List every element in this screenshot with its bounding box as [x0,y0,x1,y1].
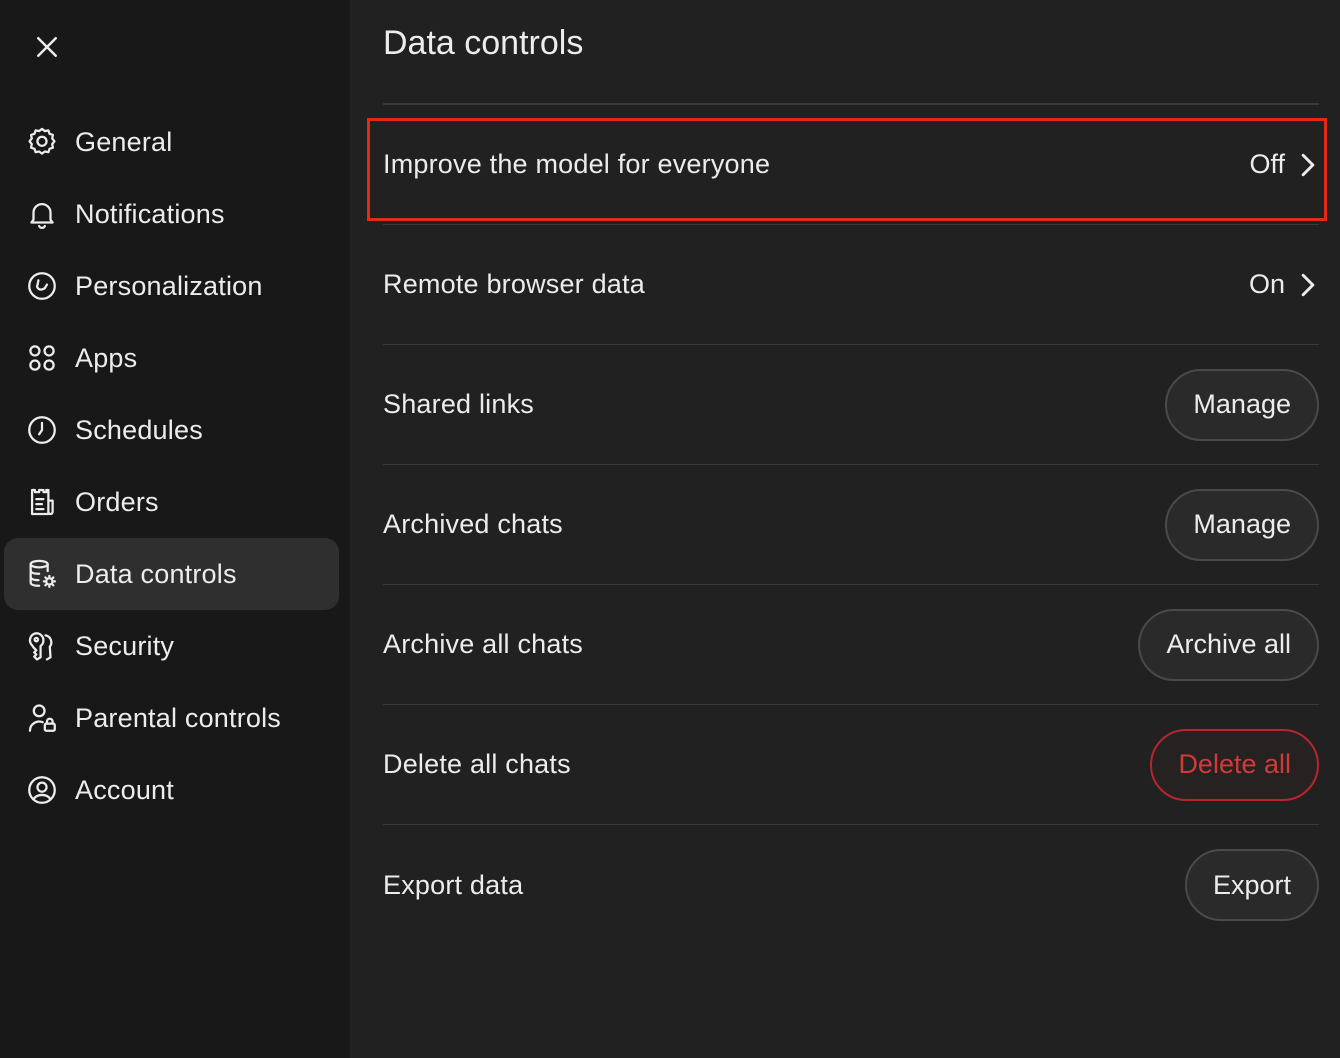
sidebar-item-apps[interactable]: Apps [4,322,339,394]
archive-all-button[interactable]: Archive all [1138,608,1319,681]
setting-value: On [1248,269,1285,299]
data-controls-panel: Data controls Improve the model for ever… [350,0,1340,1058]
settings-nav: General Notifications Personalization Ap… [4,106,339,826]
export-button[interactable]: Export [1184,849,1319,921]
user-circle-icon [25,773,59,807]
sidebar-item-label: Personalization [75,270,263,301]
row-improve-model[interactable]: Improve the model for everyone Off [383,105,1319,225]
settings-list: Improve the model for everyone Off Remot… [383,105,1319,945]
receipt-icon [25,485,59,519]
settings-sidebar: General Notifications Personalization Ap… [0,0,350,1058]
bell-icon [25,197,59,231]
gear-icon [25,125,59,159]
sidebar-item-label: Orders [75,486,159,517]
sidebar-item-label: Account [75,774,174,805]
remote-browser-data-setting[interactable]: On [1249,269,1319,300]
sidebar-item-notifications[interactable]: Notifications [4,178,339,250]
row-label: Archive all chats [383,629,583,659]
setting-value: Off [1249,149,1285,179]
sidebar-item-label: Data controls [75,558,237,589]
row-label: Shared links [383,389,534,419]
sidebar-item-label: Security [75,630,175,661]
row-archived-chats: Archived chats Manage [383,465,1319,585]
row-delete-all-chats: Delete all chats Delete all [383,705,1319,825]
sidebar-item-label: Apps [75,342,138,373]
database-gear-icon [25,557,59,591]
sidebar-item-general[interactable]: General [4,106,339,178]
sidebar-item-data-controls[interactable]: Data controls [4,538,339,610]
sidebar-item-label: Parental controls [75,702,282,733]
row-remote-browser-data[interactable]: Remote browser data On [383,225,1319,345]
sidebar-item-personalization[interactable]: Personalization [4,250,339,322]
manage-archived-chats-button[interactable]: Manage [1165,488,1319,561]
clock-icon [25,413,59,447]
apps-grid-icon [25,341,59,375]
page-title: Data controls [383,24,584,62]
user-lock-icon [25,701,59,735]
chevron-right-icon [1297,152,1319,178]
delete-all-button[interactable]: Delete all [1150,728,1319,801]
row-shared-links: Shared links Manage [383,345,1319,465]
row-label: Remote browser data [383,269,645,299]
sidebar-item-label: General [75,126,173,157]
sidebar-item-schedules[interactable]: Schedules [4,394,339,466]
sidebar-item-parental-controls[interactable]: Parental controls [4,682,339,754]
row-label: Delete all chats [383,749,571,779]
chevron-right-icon [1297,272,1319,298]
personalization-icon [25,269,59,303]
sidebar-item-label: Notifications [75,198,225,229]
manage-shared-links-button[interactable]: Manage [1165,368,1319,441]
sidebar-item-label: Schedules [75,414,203,445]
improve-model-setting[interactable]: Off [1249,149,1319,180]
close-button[interactable] [27,27,67,67]
sidebar-item-orders[interactable]: Orders [4,466,339,538]
row-label: Improve the model for everyone [383,149,771,179]
sidebar-item-security[interactable]: Security [4,610,339,682]
settings-window: General Notifications Personalization Ap… [0,0,1340,1058]
row-export-data: Export data Export [383,825,1319,945]
row-label: Archived chats [383,509,563,539]
row-archive-all-chats: Archive all chats Archive all [383,585,1319,705]
close-icon [37,37,57,57]
key-icon [25,629,59,663]
sidebar-item-account[interactable]: Account [4,754,339,826]
row-label: Export data [383,869,524,900]
